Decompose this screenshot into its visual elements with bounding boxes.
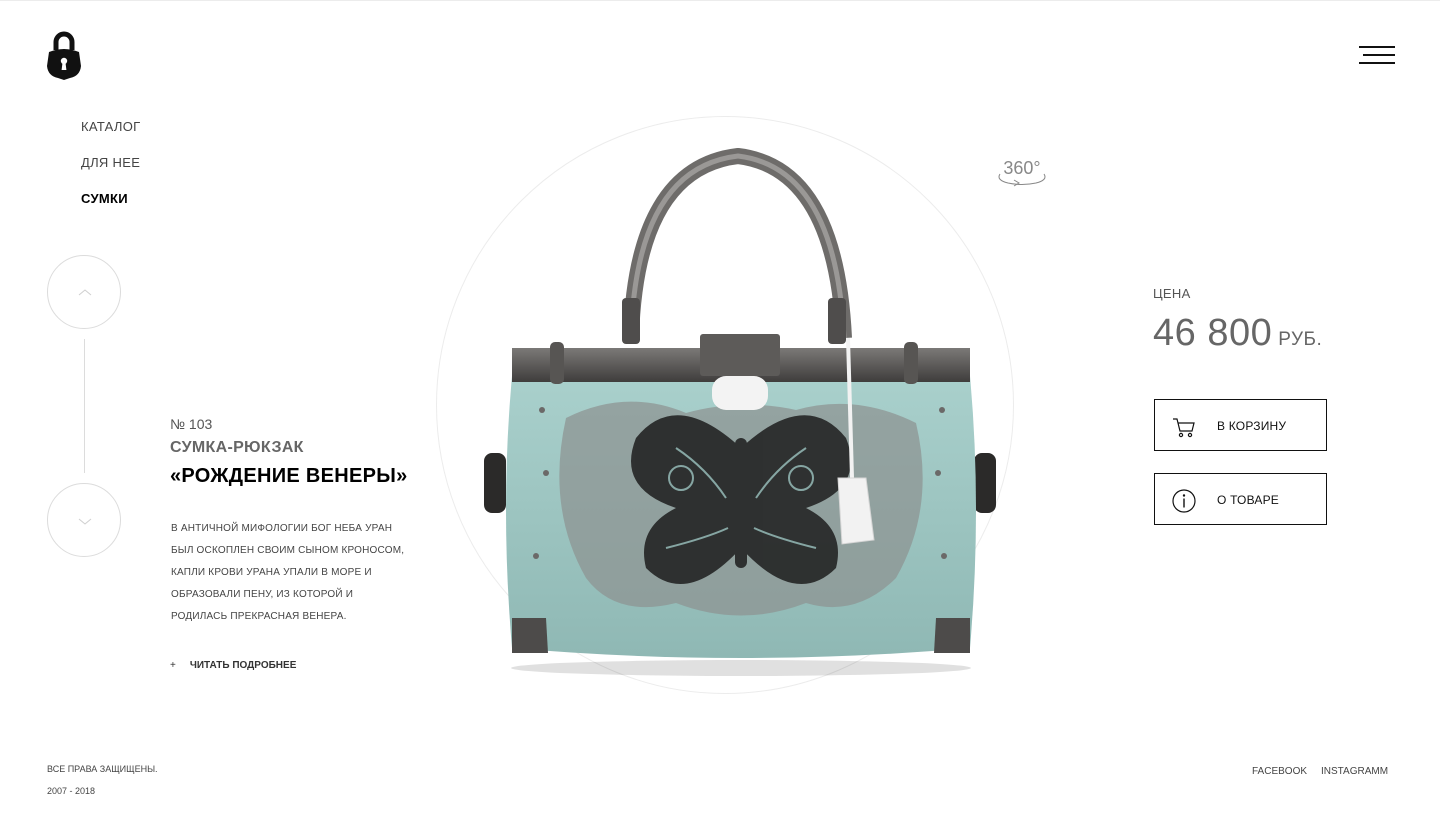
breadcrumb-for-her[interactable]: ДЛЯ НЕЕ <box>81 155 140 191</box>
breadcrumb-catalog[interactable]: КАТАЛОГ <box>81 119 140 155</box>
cart-icon <box>1173 418 1195 438</box>
product-description: В АНТИЧНОЙ МИФОЛОГИИ БОГ НЕБА УРАН БЫЛ О… <box>171 523 405 622</box>
read-more-link[interactable]: + ЧИТАТЬ ПОДРОБНЕЕ <box>170 660 296 671</box>
top-divider <box>0 0 1440 1</box>
previous-product-button[interactable] <box>47 255 121 329</box>
plus-icon: + <box>170 660 176 671</box>
copyright: ВСЕ ПРАВА ЗАЩИЩЕНЫ. 2007 - 2018 <box>47 758 158 802</box>
chevron-up-icon <box>78 289 92 296</box>
read-more-label: ЧИТАТЬ ПОДРОБНЕЕ <box>189 660 297 671</box>
next-product-button[interactable] <box>47 483 121 557</box>
copyright-years: 2007 - 2018 <box>47 786 96 796</box>
product-title: «РОЖДЕНИЕ ВЕНЕРЫ» <box>170 465 408 487</box>
facebook-link[interactable]: FACEBOOK <box>1252 766 1307 777</box>
product-info-button[interactable]: О ТОВАРЕ <box>1154 473 1327 525</box>
product-info-label: О ТОВАРЕ <box>1217 493 1280 507</box>
mint-handbag-image[interactable] <box>476 148 1006 688</box>
rotate-360-icon <box>998 173 1046 187</box>
copyright-text: ВСЕ ПРАВА ЗАЩИЩЕНЫ. <box>47 764 158 774</box>
price: 46 800 РУБ. <box>1153 312 1322 355</box>
breadcrumb: КАТАЛОГ ДЛЯ НЕЕ СУМКИ <box>81 119 140 227</box>
info-icon <box>1172 489 1196 513</box>
padlock-logo-icon[interactable] <box>46 30 82 82</box>
slider-track-line <box>84 339 85 473</box>
breadcrumb-bags[interactable]: СУМКИ <box>81 191 140 227</box>
product-type: СУМКА-РЮКЗАК <box>170 439 304 456</box>
instagram-link[interactable]: INSTAGRAMM <box>1321 766 1388 777</box>
hamburger-menu-icon[interactable] <box>1359 44 1395 66</box>
price-label: ЦЕНА <box>1153 286 1191 301</box>
add-to-cart-label: В КОРЗИНУ <box>1217 419 1287 433</box>
chevron-down-icon <box>78 518 92 525</box>
price-value: 46 800 <box>1153 312 1273 354</box>
price-currency: РУБ. <box>1278 329 1323 350</box>
add-to-cart-button[interactable]: В КОРЗИНУ <box>1154 399 1327 451</box>
product-number: № 103 <box>170 416 213 432</box>
rotate-360-button[interactable]: 360° <box>994 156 1050 188</box>
